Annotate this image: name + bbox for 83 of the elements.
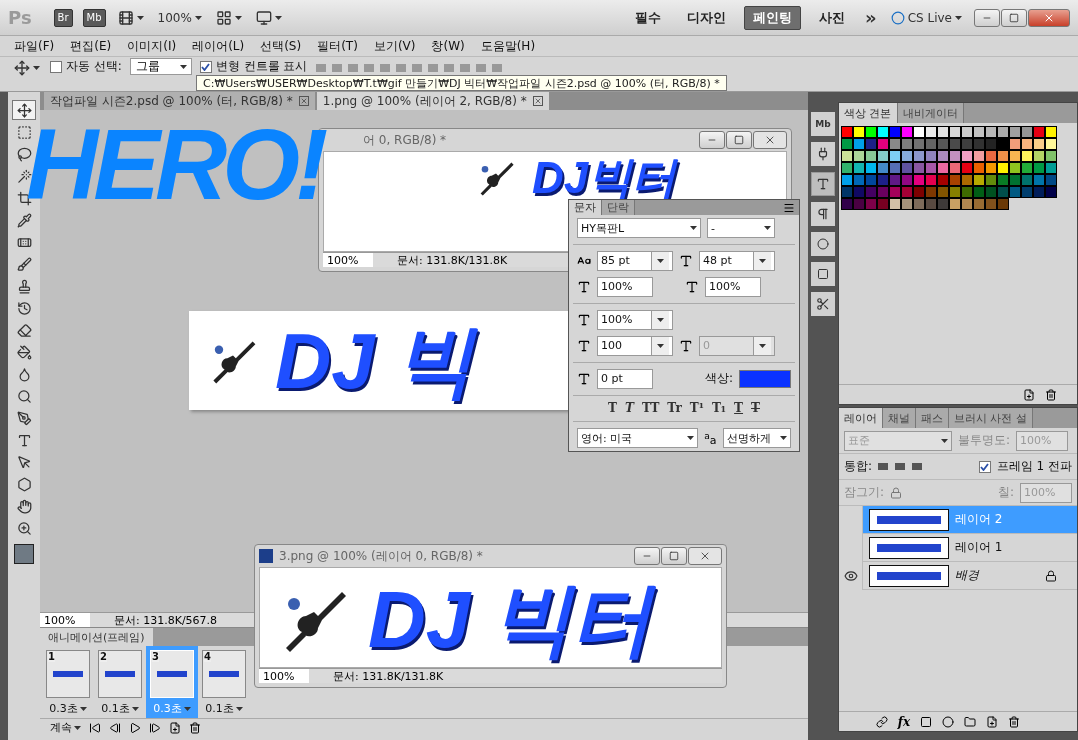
vertical-scale-field[interactable]: 100% — [597, 276, 653, 297]
antialias-label: $^{a}$a — [704, 429, 717, 447]
frame-number: 2 — [100, 651, 107, 662]
text-style-button[interactable]: T — [621, 401, 637, 416]
panel-tab[interactable]: 애니메이션(프레임) — [40, 628, 153, 646]
cs-live-button[interactable]: CS Live — [888, 10, 964, 25]
mini-bridge-button[interactable]: Mb — [82, 8, 106, 27]
layer-name: 레이어 2 — [955, 511, 1004, 528]
document-info: 문서: 131.8K/131.8K — [332, 668, 444, 684]
zoom-field[interactable]: 100% — [259, 669, 309, 683]
mini-bridge-button[interactable]: Mb — [811, 112, 835, 136]
bridge-button[interactable]: Br — [53, 8, 73, 27]
tracking-field[interactable]: 100 — [597, 335, 673, 356]
loop-dropdown[interactable]: 계속 — [50, 720, 81, 735]
propagate-label: 프레임 1 전파 — [996, 458, 1072, 475]
menu-item[interactable]: 창(W) — [423, 37, 473, 55]
app-logo: Ps — [8, 7, 32, 28]
menu-item[interactable]: 레이어(L) — [184, 37, 253, 55]
text-style-button[interactable]: Tr — [664, 401, 685, 416]
frame-number: 4 — [204, 651, 211, 662]
auto-select-dropdown[interactable]: 그룹 — [129, 58, 192, 75]
panel-tab[interactable]: 패스 — [916, 408, 949, 428]
zoom-field[interactable]: 100% — [323, 253, 373, 267]
menu-item[interactable]: 도움말(H) — [472, 37, 544, 55]
menu-item[interactable]: 보기(V) — [365, 37, 424, 55]
language-dropdown[interactable]: 영어: 미국 — [577, 428, 699, 449]
font-family-dropdown[interactable]: HY목판L — [577, 218, 701, 239]
tsume-field[interactable]: 100% — [597, 309, 673, 330]
zoom-dropdown[interactable]: 100% — [155, 10, 204, 25]
frame-delay[interactable]: 0.1초 — [205, 701, 243, 716]
baseline-shift-field[interactable]: 0 pt — [597, 368, 653, 389]
zoom-field[interactable]: 100% — [40, 613, 90, 627]
panel-tab[interactable]: 내비게이터 — [897, 103, 964, 123]
workspace-button[interactable]: 필수 — [627, 5, 670, 30]
menu-item[interactable]: 필터(T) — [309, 37, 366, 55]
layer-row[interactable]: 레이어 1 — [839, 534, 1077, 562]
hero-overlay-text: HERO! — [26, 114, 324, 214]
text-style-button[interactable]: T¹ — [686, 401, 707, 416]
window-title: 3.png @ 100% (레이어 0, RGB/8) * — [279, 547, 484, 565]
opacity-label: 불투명도: — [958, 432, 1011, 449]
text-style-button[interactable]: T₁ — [708, 401, 730, 416]
workspace-button[interactable]: 디자인 — [679, 5, 735, 30]
frame-delay[interactable]: 0.1초 — [101, 701, 139, 716]
panel-tab[interactable]: 채널 — [883, 408, 916, 428]
font-style-dropdown[interactable]: - — [707, 218, 775, 239]
leading-field[interactable]: 48 pt — [699, 250, 775, 271]
text-style-button[interactable]: T — [748, 401, 763, 416]
unify-label: 통합: — [844, 458, 873, 475]
text-style-button[interactable]: T — [731, 401, 747, 416]
frame-number: 3 — [152, 651, 159, 662]
workspace-button[interactable]: 사진 — [811, 5, 854, 30]
panel-tab[interactable]: 문자 — [569, 200, 602, 216]
menu-item[interactable]: 편집(E) — [62, 37, 120, 55]
antialias-dropdown[interactable]: 선명하게 — [722, 428, 791, 449]
fx-button[interactable]: fx — [897, 714, 911, 729]
fill-label: 칠: — [997, 484, 1014, 501]
lock-label: 잠그기: — [844, 484, 885, 501]
auto-select-label: 자동 선택: — [66, 58, 122, 75]
more-workspaces-button[interactable]: » — [863, 7, 879, 28]
workspace-button[interactable]: 페인팅 — [744, 5, 802, 30]
horizontal-scale-field[interactable]: 100% — [705, 276, 761, 297]
menu-item[interactable]: 선택(S) — [252, 37, 310, 55]
document-info: 문서: 131.8K/567.8 — [113, 612, 218, 628]
layer-row[interactable]: 배경 — [839, 562, 1077, 590]
layer-name: 레이어 1 — [955, 539, 1004, 556]
window-title: 어 0, RGB/8) * — [363, 131, 448, 149]
layer-name: 배경 — [955, 567, 981, 584]
panel-tab[interactable]: 색상 견본 — [839, 103, 898, 123]
panel-tab[interactable]: 브러시 사전 설 — [949, 408, 1033, 428]
menu-item[interactable]: 이미지(I) — [119, 37, 185, 55]
menu-item[interactable]: 파일(F) — [6, 37, 63, 55]
document-info: 문서: 131.8K/131.8K — [396, 252, 508, 268]
animation-frame[interactable]: 3 0.3초 — [146, 646, 198, 718]
path-tooltip: C:₩Users₩USER₩Desktop₩T.t₩gif 만들기₩DJ 빅터₩작업파일 시즌2.psd @ 100% (터, RGB/8) * — [196, 75, 727, 91]
frame-number: 1 — [48, 651, 55, 662]
font-size-field[interactable]: 85 pt — [597, 250, 673, 271]
text-style-button[interactable]: TT — [638, 401, 663, 416]
panel-tab[interactable]: 단락 — [602, 200, 635, 216]
color-label: 색상: — [704, 370, 733, 387]
frame-delay[interactable]: 0.3초 — [49, 701, 87, 716]
panel-tab[interactable]: 레이어 — [839, 408, 883, 428]
transform-controls-label: 변형 컨트롤 표시 — [215, 58, 308, 75]
text-style-button[interactable]: T — [605, 401, 620, 416]
